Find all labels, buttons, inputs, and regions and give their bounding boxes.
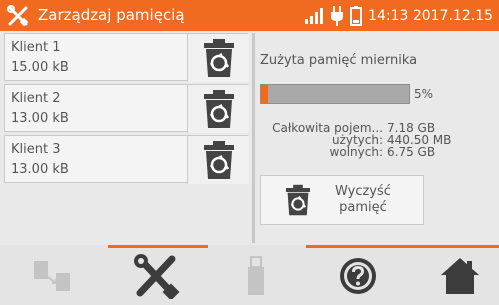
client-item-2[interactable]: Klient 2 13.00 kB	[4, 84, 249, 133]
client-item-1[interactable]: Klient 1 15.00 kB	[4, 33, 249, 82]
transfer-icon	[34, 261, 70, 291]
settings-button[interactable]	[126, 251, 186, 301]
bottom-toolbar	[0, 245, 499, 305]
transfer-button[interactable]	[22, 251, 82, 301]
memory-title: Zużyta pamięć miernika	[260, 53, 418, 68]
delete-client-button[interactable]	[187, 85, 249, 133]
usb-icon	[248, 256, 264, 295]
client-size: 13.00 kB	[11, 111, 69, 126]
panel-divider	[252, 33, 255, 243]
clear-memory-line2: pamięć	[339, 200, 387, 215]
battery-icon	[350, 6, 363, 26]
memory-usage-fill	[261, 85, 269, 103]
page-title: Zarządzaj pamięcią	[38, 6, 185, 24]
title-bar: Zarządzaj pamięcią 14:13 2017.12.15	[0, 0, 499, 31]
home-button[interactable]	[430, 251, 490, 301]
memory-usage-bar	[260, 84, 410, 104]
client-size: 15.00 kB	[11, 60, 69, 75]
delete-client-button[interactable]	[187, 34, 249, 82]
usb-button[interactable]	[226, 251, 286, 301]
tools-icon	[7, 5, 29, 27]
memory-stats: Całkowita pojem... 7.18 GB użytych: 440.50…	[262, 122, 462, 158]
tab-accent	[108, 245, 208, 248]
client-name: Klient 3	[11, 142, 61, 157]
free-label: wolnych:	[329, 145, 383, 159]
client-item-3[interactable]: Klient 3 13.00 kB	[4, 135, 249, 184]
client-name: Klient 1	[11, 40, 61, 55]
client-name: Klient 2	[11, 91, 61, 106]
home-icon	[441, 258, 479, 294]
trash-icon	[286, 184, 310, 216]
client-size: 13.00 kB	[11, 162, 69, 177]
clear-memory-button[interactable]: Wyczyść pamięć	[260, 175, 424, 225]
free-value: 6.75 GB	[387, 145, 436, 159]
power-plug-icon	[331, 6, 344, 26]
trash-icon	[203, 39, 234, 77]
tab-accent	[306, 245, 499, 248]
clear-memory-label: Wyczyść pamięć	[335, 184, 391, 216]
tools-icon	[134, 254, 180, 299]
trash-icon	[203, 90, 234, 128]
status-area: 14:13 2017.12.15	[304, 5, 493, 27]
trash-icon	[203, 141, 234, 179]
memory-panel: Zużyta pamięć miernika 5% Całkowita poje…	[258, 33, 499, 243]
help-icon	[340, 258, 376, 294]
clear-memory-line1: Wyczyść	[335, 184, 391, 199]
delete-client-button[interactable]	[187, 136, 249, 184]
signal-icon	[305, 8, 324, 24]
help-button[interactable]	[328, 251, 388, 301]
clock: 14:13 2017.12.15	[368, 8, 493, 24]
memory-usage-percent: 5%	[414, 87, 434, 101]
client-list: Klient 1 15.00 kB Klient 2 13.00 kB Klie…	[4, 33, 249, 243]
